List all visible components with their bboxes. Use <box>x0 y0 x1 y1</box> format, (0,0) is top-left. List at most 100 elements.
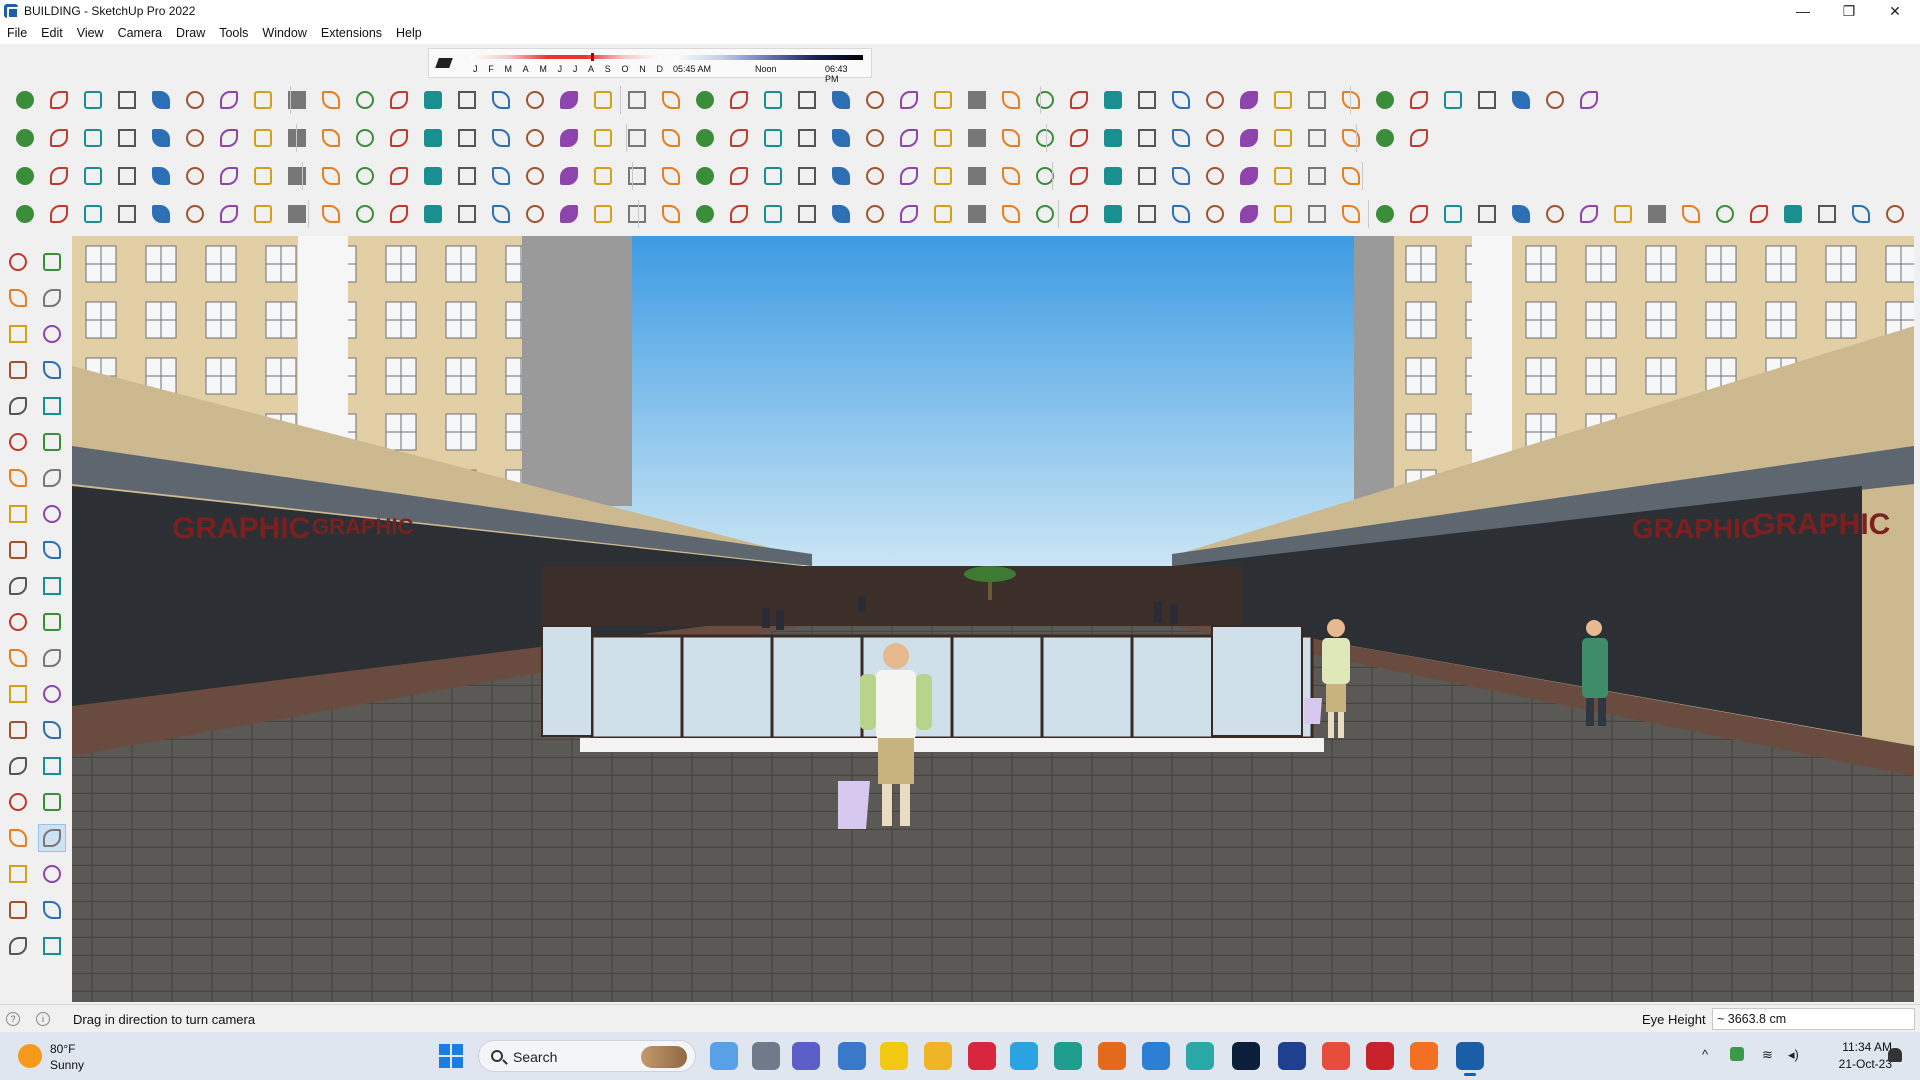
taskbar-calculator-icon[interactable] <box>838 1042 866 1070</box>
line-tool-icon[interactable] <box>318 87 344 113</box>
camera-tool-icon[interactable] <box>318 163 344 189</box>
push-pull-icon[interactable] <box>38 536 66 564</box>
solid-tool-icon[interactable] <box>1712 201 1738 227</box>
pie-tool-icon[interactable] <box>998 87 1024 113</box>
style-tool-icon[interactable] <box>692 163 718 189</box>
gizmo-tool-icon[interactable] <box>1644 201 1670 227</box>
split-tool-icon[interactable] <box>1576 201 1602 227</box>
layer-tool-icon[interactable] <box>1202 163 1228 189</box>
solid-tool-icon[interactable] <box>352 201 378 227</box>
rotate-tool-icon[interactable] <box>1066 125 1092 151</box>
polygon-icon[interactable] <box>38 428 66 456</box>
notification-bell-icon[interactable] <box>1888 1048 1902 1062</box>
look-around-icon[interactable] <box>38 824 66 852</box>
rotate-tool-icon[interactable] <box>658 125 684 151</box>
move-icon[interactable] <box>4 536 32 564</box>
trim-tool-icon[interactable] <box>1882 201 1908 227</box>
tray-app-icon[interactable] <box>1730 1047 1744 1061</box>
taskbar-teams-icon[interactable] <box>792 1042 820 1070</box>
tape-measure-tool-icon[interactable] <box>726 125 752 151</box>
gizmo-tool-icon[interactable] <box>964 201 990 227</box>
three-point-arc-icon[interactable] <box>4 500 32 528</box>
move-tool-icon[interactable] <box>624 125 650 151</box>
paint-tool-icon[interactable] <box>794 125 820 151</box>
outer-shell-tool-icon[interactable] <box>726 201 752 227</box>
fog-tool-icon[interactable] <box>828 163 854 189</box>
arc-icon[interactable] <box>4 464 32 492</box>
curviloft-tool-icon[interactable] <box>998 201 1024 227</box>
solid-tool-icon[interactable] <box>12 201 38 227</box>
extension-tool-icon[interactable] <box>284 87 310 113</box>
position-camera-icon[interactable] <box>4 824 32 852</box>
subtract-tool-icon[interactable] <box>488 201 514 227</box>
fredo-tool-icon[interactable] <box>1270 201 1296 227</box>
section-tool-icon[interactable] <box>352 163 378 189</box>
rotated-rect-tool-icon[interactable] <box>148 87 174 113</box>
camera-tool-icon[interactable] <box>12 163 38 189</box>
scale-tool-icon[interactable] <box>1100 125 1126 151</box>
subtract-tool-icon[interactable] <box>1168 201 1194 227</box>
pencil-tool-icon[interactable] <box>522 125 548 151</box>
zoom-tool-icon[interactable] <box>828 125 854 151</box>
sandbox-tool-icon[interactable] <box>862 87 888 113</box>
orbit-icon[interactable] <box>38 248 66 276</box>
polygon-tool-icon[interactable] <box>1100 87 1126 113</box>
union-tool-icon[interactable] <box>1134 201 1160 227</box>
union-tool-icon[interactable] <box>1814 201 1840 227</box>
trim-tool-icon[interactable] <box>522 201 548 227</box>
intersect-tool-icon[interactable] <box>420 201 446 227</box>
menu-camera[interactable]: Camera <box>111 22 169 44</box>
outer-shell-tool-icon[interactable] <box>386 201 412 227</box>
push-pull-tool-icon[interactable] <box>1406 125 1432 151</box>
gizmo-tool-icon[interactable] <box>1304 201 1330 227</box>
clock-time[interactable]: 11:34 AM <box>1826 1040 1892 1054</box>
eraser-icon[interactable] <box>38 284 66 312</box>
menu-edit[interactable]: Edit <box>34 22 70 44</box>
subtract-tool-icon[interactable] <box>1848 201 1874 227</box>
component-tool-icon[interactable] <box>1168 163 1194 189</box>
freehand-tool-icon[interactable] <box>1032 87 1058 113</box>
shape-tool-icon[interactable] <box>964 125 990 151</box>
taskbar-opera-icon[interactable] <box>968 1042 996 1070</box>
arc-tool-icon[interactable] <box>1576 87 1602 113</box>
text-icon[interactable] <box>38 644 66 672</box>
freehand-tool-icon[interactable] <box>114 87 140 113</box>
section-tool-icon[interactable] <box>658 163 684 189</box>
move-tool-icon[interactable] <box>1032 125 1058 151</box>
arc-tool-icon[interactable] <box>46 87 72 113</box>
clock-date[interactable]: 21-Oct-23 <box>1818 1057 1892 1071</box>
scale-tool-icon[interactable] <box>692 125 718 151</box>
curviloft-tool-icon[interactable] <box>658 201 684 227</box>
minimize-button[interactable]: — <box>1780 0 1826 22</box>
intersect-tool-icon[interactable] <box>1780 201 1806 227</box>
section-tool-icon[interactable] <box>1270 163 1296 189</box>
fog-tool-icon[interactable] <box>522 163 548 189</box>
arc-tool-icon[interactable] <box>964 87 990 113</box>
eraser-tool-icon[interactable] <box>1304 125 1330 151</box>
gizmo-tool-icon[interactable] <box>624 201 650 227</box>
orbit-icon[interactable] <box>4 716 32 744</box>
3d-text-icon[interactable] <box>38 680 66 708</box>
shadow-toggle-icon[interactable] <box>433 52 457 74</box>
xray-tool-icon[interactable] <box>1066 163 1092 189</box>
sandbox-c-icon[interactable] <box>4 932 32 960</box>
view-tool-icon[interactable] <box>420 163 446 189</box>
subtract-tool-icon[interactable] <box>148 201 174 227</box>
split-tool-icon[interactable] <box>216 201 242 227</box>
volume-icon[interactable]: ◂) <box>1788 1047 1799 1063</box>
union-tool-icon[interactable] <box>114 201 140 227</box>
scale-icon[interactable] <box>4 608 32 636</box>
pencil-tool-icon[interactable] <box>1338 125 1364 151</box>
select-tool-icon[interactable] <box>1270 125 1296 151</box>
polygon-tool-icon[interactable] <box>182 87 208 113</box>
curviloft-tool-icon[interactable] <box>1678 201 1704 227</box>
eraser-tool-icon[interactable] <box>896 125 922 151</box>
pan-icon[interactable] <box>38 716 66 744</box>
tape-icon[interactable] <box>4 644 32 672</box>
view-tool-icon[interactable] <box>114 163 140 189</box>
zoom-icon[interactable] <box>4 752 32 780</box>
line-tool-icon[interactable] <box>624 87 650 113</box>
paint-tool-icon[interactable] <box>386 125 412 151</box>
text-tool-icon[interactable] <box>760 125 786 151</box>
intersect-tool-icon[interactable] <box>760 201 786 227</box>
